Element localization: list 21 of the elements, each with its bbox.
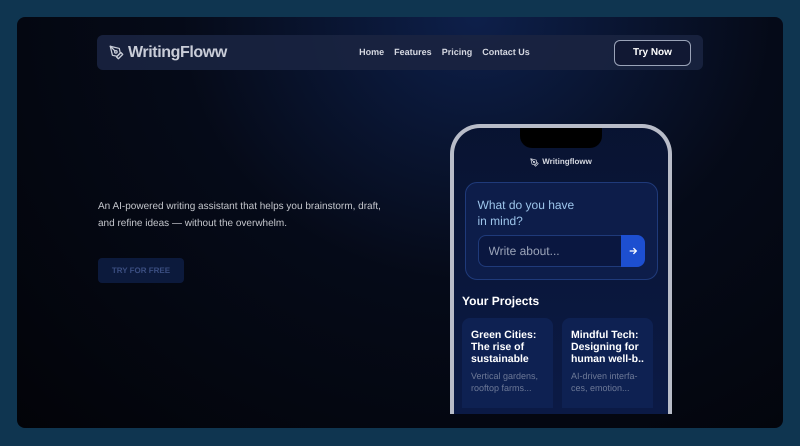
project-excerpt: AI-driven interfa-ces, emotion... [571,370,639,394]
project-title: Green Cities: The rise of sustainable [471,329,538,365]
section-title: Your Projects [462,293,540,310]
project-excerpt: Vertical gardens, rooftop farms... [471,370,540,394]
project-card[interactable]: Green Cities: The rise of sustainable Vertical gardens, rooftop farms... [462,318,553,408]
submit-arrow-button[interactable] [620,235,644,267]
app-logo: Writingfloww [542,156,592,168]
nav-link[interactable]: Home [359,46,384,60]
brand-logo[interactable]: WritingFloww [128,40,227,64]
pen-logo-icon [530,158,540,166]
arrow-right-icon [628,246,638,256]
hero-description: An AI-powered writing assistant that helps you brainstorm, draft, and refine ideas — without the overwhelm. [98,200,382,231]
try-now-button[interactable]: Try Now [614,40,691,66]
nav-link[interactable]: Contact Us [482,46,530,60]
nav-link[interactable]: Pricing [442,46,472,60]
write-about-field[interactable]: Write about... [478,235,620,267]
project-card[interactable]: Mindful Tech: Designing for human well-b.. AI-driven interfa-ces, emotion... [562,318,653,408]
nav-link[interactable]: Features [394,46,432,60]
prompt-title: What do you have in mind? [478,197,576,229]
pen-logo-icon [109,45,124,60]
project-title: Mindful Tech: Designing for human well-b.. [571,329,644,365]
